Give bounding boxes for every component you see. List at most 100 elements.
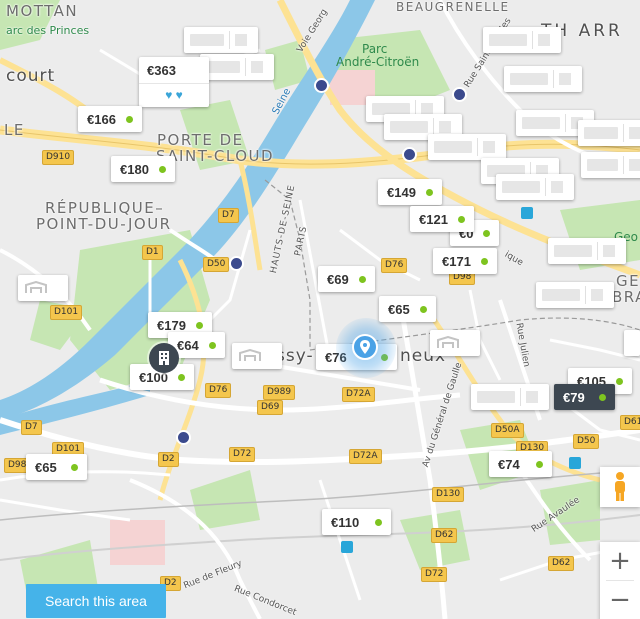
road-badge: D101 (50, 305, 83, 320)
road-badge: D62 (431, 528, 458, 543)
availability-dot (195, 321, 203, 329)
metro-station-icon (314, 78, 329, 93)
place-label-parc-des-princes: arc des Princes (6, 24, 90, 37)
listing-pin[interactable]: €121 (410, 206, 474, 232)
metro-station-icon (176, 430, 191, 445)
listing-price: €149 (387, 184, 416, 200)
availability-dot (358, 275, 366, 283)
listing-price: €363 (147, 62, 176, 78)
listing-price: €171 (442, 253, 471, 269)
current-location-icon[interactable] (352, 334, 378, 360)
road-badge: D1 (142, 245, 163, 260)
road-badge: D2 (158, 452, 179, 467)
listing-pin[interactable]: €166 (78, 106, 142, 132)
road-badge: D50 (203, 257, 230, 272)
listing-pin-placeholder[interactable] (581, 152, 640, 178)
zoom-in-button[interactable]: + (600, 542, 640, 580)
road-badge: D72A (349, 449, 382, 464)
listing-pin[interactable]: €171 (433, 248, 497, 274)
listing-pin[interactable]: €149 (378, 179, 442, 205)
listing-price: €79 (563, 389, 585, 405)
listing-pin-placeholder[interactable] (471, 384, 549, 410)
park-label-parc: Parc (362, 42, 388, 56)
listing-pin[interactable]: €180 (111, 156, 175, 182)
availability-dot (598, 393, 606, 401)
zoom-out-button[interactable]: − (600, 581, 640, 619)
road-badge: D76 (205, 383, 232, 398)
listing-pin-placeholder[interactable] (548, 238, 626, 264)
place-label-beaugrenelle: BEAUGRENELLE (396, 0, 510, 14)
availability-dot (125, 115, 133, 123)
listing-pin-icon[interactable] (232, 343, 282, 369)
availability-dot (419, 305, 427, 313)
availability-dot (615, 377, 623, 385)
road-badge: D989 (263, 385, 296, 400)
listing-price: €179 (157, 317, 186, 333)
listing-pin[interactable]: €110 (322, 509, 392, 535)
listing-pin-placeholder[interactable] (504, 66, 582, 92)
listing-pin-icon[interactable] (18, 275, 68, 301)
metro-station-icon (452, 87, 467, 102)
listing-pin-placeholder[interactable] (428, 134, 506, 160)
hostel-icon (25, 281, 47, 293)
listing-pin[interactable]: €65 (26, 454, 87, 480)
road-badge: D72A (342, 387, 375, 402)
listing-pin-placeholder[interactable] (496, 174, 574, 200)
place-label-mottan: MOTTAN (6, 2, 79, 20)
listing-pin-icon[interactable] (430, 330, 480, 356)
availability-dot (375, 518, 383, 526)
listing-pin-placeholder[interactable] (578, 120, 640, 146)
building-icon[interactable] (149, 343, 179, 373)
listing-pin-placeholder[interactable] (624, 330, 640, 356)
place-label-point-du-jour: POINT-DU-JOUR (36, 215, 172, 233)
tram-station-icon (341, 541, 353, 553)
availability-dot (158, 165, 166, 173)
street-view-pegman[interactable] (600, 467, 640, 507)
listing-price: €65 (35, 459, 57, 475)
availability-dot (535, 460, 543, 468)
listing-pin[interactable]: €74 (489, 451, 552, 477)
road-badge: D62 (548, 556, 575, 571)
road-badge: D7 (21, 420, 42, 435)
hostel-icon (239, 349, 261, 361)
road-badge: D910 (42, 150, 75, 165)
listing-price: €65 (388, 301, 410, 317)
listing-pin-expanded[interactable]: €363 ♥ ♥ (139, 57, 209, 107)
hotel-building-icon (159, 351, 169, 365)
availability-dot (208, 341, 216, 349)
listing-price: €166 (87, 111, 116, 127)
listing-price: €64 (177, 337, 199, 353)
place-label-bra: BRA (612, 288, 640, 306)
listing-pin[interactable]: €69 (318, 266, 375, 292)
listing-pin-placeholder[interactable] (536, 282, 614, 308)
listing-price: €110 (331, 514, 360, 530)
map-canvas[interactable]: MOTTAN arc des Princes court LE PORTE DE… (0, 0, 640, 619)
listing-price: €69 (327, 271, 349, 287)
listing-pin[interactable]: €65 (379, 296, 436, 322)
metro-station-icon (229, 256, 244, 271)
heart-rating-icon: ♥ ♥ (139, 83, 209, 106)
listing-pin-placeholder[interactable] (184, 27, 258, 53)
listing-pin-placeholder[interactable] (483, 27, 561, 53)
tram-station-icon (569, 457, 581, 469)
road-badge: D50A (491, 423, 524, 438)
road-badge: D7 (218, 208, 239, 223)
pegman-icon (615, 472, 625, 501)
road-badge: D69 (257, 400, 284, 415)
listing-pin-selected[interactable]: €79 (554, 384, 615, 410)
listing-price: €74 (498, 456, 520, 472)
hostel-icon (437, 336, 459, 348)
place-label-court: court (6, 66, 56, 86)
listing-price: €180 (120, 161, 149, 177)
road-badge: D50 (573, 434, 600, 449)
zoom-controls: + − (600, 542, 640, 619)
availability-dot (480, 257, 488, 265)
tram-station-icon (521, 207, 533, 219)
road-badge: D72 (421, 567, 448, 582)
place-label-le: LE (4, 121, 25, 139)
park-label-andre-citroen: André-Citroën (336, 55, 420, 69)
road-badge: D76 (381, 258, 408, 273)
listing-pin-placeholder[interactable] (200, 54, 274, 80)
road-badge: D61 (620, 415, 640, 430)
search-this-area-button[interactable]: Search this area (26, 584, 166, 618)
